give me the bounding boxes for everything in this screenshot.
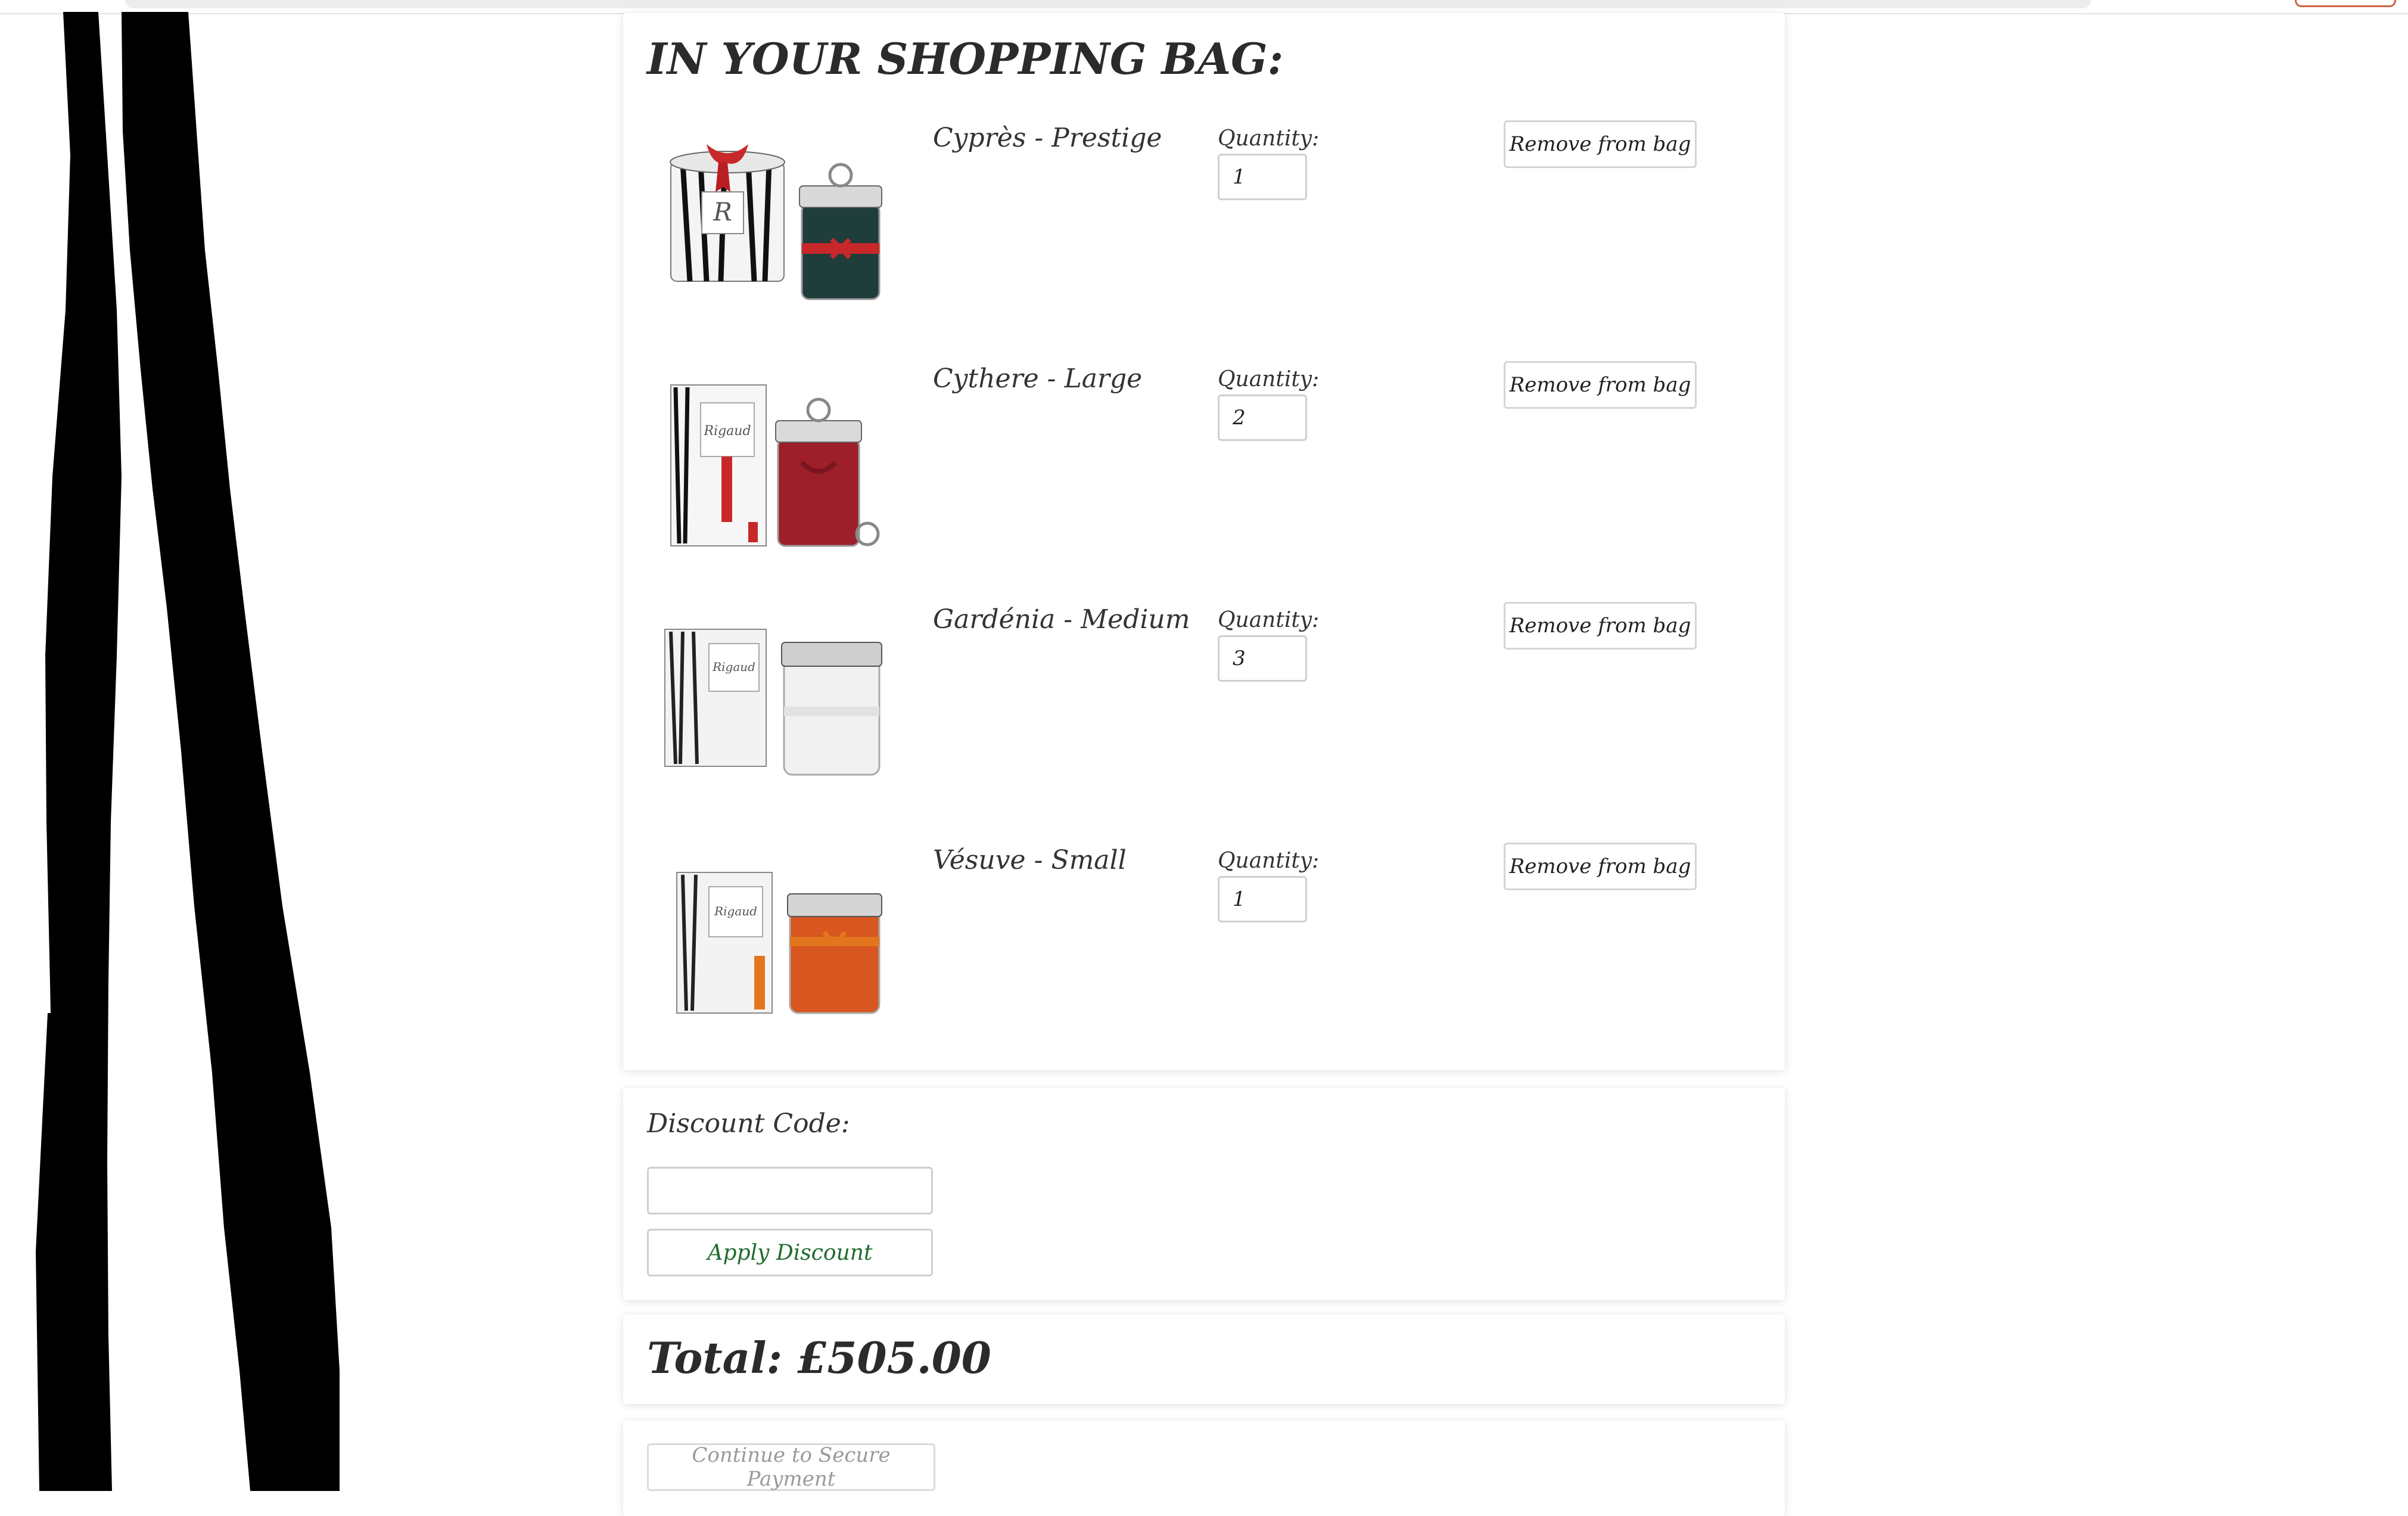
quantity-label: Quantity: (1218, 126, 1320, 151)
zebra-stripe-decoration (36, 12, 340, 1491)
svg-text:Rigaud: Rigaud (712, 660, 755, 674)
remove-from-bag-button[interactable]: Remove from bag (1504, 361, 1697, 409)
browser-address-bar (125, 0, 2091, 8)
stripe-wide (122, 12, 340, 1491)
quantity-label: Quantity: (1218, 849, 1320, 873)
remove-from-bag-button[interactable]: Remove from bag (1504, 843, 1697, 890)
stripe-edge (36, 1013, 71, 1491)
product-image-gardenia: Rigaud (664, 629, 882, 776)
bag-item: Rigaud Gardénia - Medium Quantity: Remov… (623, 590, 1785, 828)
svg-text:Rigaud: Rigaud (703, 424, 751, 439)
bag-item: R Cyprès - Prestige Quantity: Remove fro… (623, 108, 1785, 347)
quantity-input[interactable] (1218, 394, 1307, 441)
item-name: Cyprès - Prestige (933, 123, 1162, 153)
product-image-vesuve: Rigaud (676, 872, 882, 1014)
remove-from-bag-button[interactable]: Remove from bag (1504, 602, 1697, 650)
remove-from-bag-button[interactable]: Remove from bag (1504, 120, 1697, 168)
svg-text:R: R (713, 197, 732, 226)
quantity-input[interactable] (1218, 154, 1307, 200)
bag-item: Rigaud Vésuve - Small Quantity: Remove f… (623, 831, 1785, 1069)
shopping-bag-panel: IN YOUR SHOPPING BAG: R Cyprès - Prestig… (623, 13, 1785, 1070)
product-image-cythere: Rigaud (670, 384, 880, 547)
item-name: Vésuve - Small (933, 845, 1127, 875)
quantity-input[interactable] (1218, 635, 1307, 682)
quantity-label: Quantity: (1218, 367, 1320, 392)
discount-code-label: Discount Code: (647, 1108, 850, 1139)
discount-panel: Discount Code: Apply Discount (623, 1088, 1785, 1300)
svg-text:Rigaud: Rigaud (714, 904, 757, 918)
browser-corner-button[interactable] (2295, 0, 2396, 7)
product-image-cypres: R (670, 144, 882, 300)
quantity-input[interactable] (1218, 876, 1307, 922)
apply-discount-button[interactable]: Apply Discount (647, 1229, 933, 1276)
bag-item: Rigaud Cythere - Large Quantity: Remove … (623, 349, 1785, 588)
quantity-label: Quantity: (1218, 608, 1320, 632)
continue-to-payment-button[interactable]: Continue to Secure Payment (647, 1443, 935, 1491)
discount-code-input[interactable] (647, 1167, 933, 1214)
bag-title: IN YOUR SHOPPING BAG: (647, 33, 1284, 84)
item-name: Cythere - Large (933, 364, 1143, 394)
order-total: Total: £505.00 (647, 1332, 991, 1383)
total-panel: Total: £505.00 (623, 1315, 1785, 1404)
payment-panel: Continue to Secure Payment (623, 1421, 1785, 1516)
item-name: Gardénia - Medium (933, 604, 1190, 635)
